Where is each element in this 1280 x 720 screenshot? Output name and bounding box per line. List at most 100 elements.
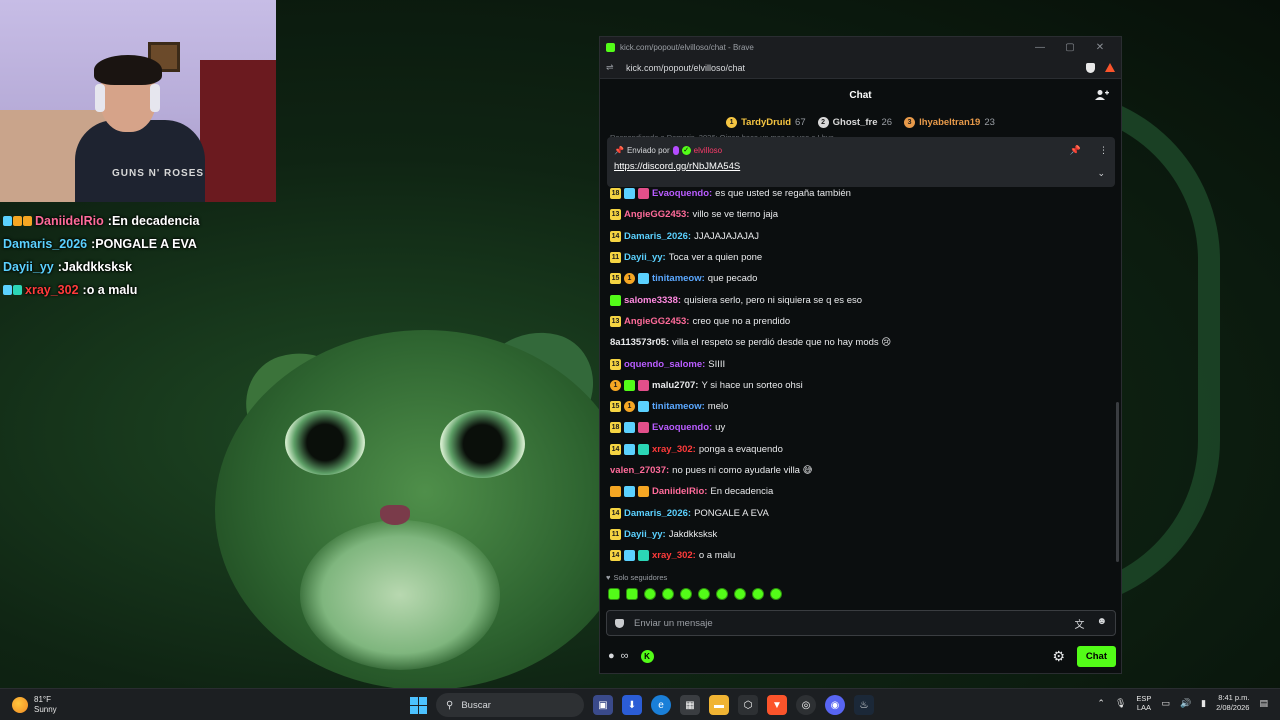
chat-message[interactable]: 18 Evaoquendo: uy [610, 417, 1100, 438]
chat-username[interactable]: AngieGG2453: [624, 209, 689, 220]
emote-icon[interactable] [770, 588, 782, 600]
obs-icon[interactable]: ◎ [796, 695, 816, 715]
chat-username[interactable]: Evaoquendo: [652, 188, 712, 199]
leaderboard-entry[interactable]: 1 TardyDruid 67 [726, 116, 806, 128]
badge-icon [638, 422, 649, 434]
chat-username[interactable]: valen_27037: [610, 465, 669, 476]
chevron-up-icon[interactable]: ⌃ [1097, 698, 1105, 709]
chat-username[interactable]: xray_302: [652, 444, 696, 455]
chat-username[interactable]: DaniidelRio: [652, 486, 707, 497]
battery-icon[interactable]: ▮ [1201, 698, 1206, 709]
translate-icon[interactable]: 文 [1074, 616, 1084, 631]
volume-icon[interactable]: 🔊 [1180, 698, 1191, 709]
emote-icon[interactable] [716, 588, 728, 600]
chat-message[interactable]: 13 oquendo_salome: SIIII [610, 353, 1100, 374]
leaderboard-entry[interactable]: 3 lhyabeltran19 23 [904, 116, 995, 128]
followers-only-label: Solo seguidores [613, 573, 668, 582]
chat-message[interactable]: 14 Damaris_2026: JJAJAJAJAJAJ [610, 226, 1100, 247]
start-button[interactable] [410, 696, 427, 714]
chat-message[interactable]: 11 Dayii_yy: Toca ver a quien pone [610, 247, 1100, 268]
pinned-sender[interactable]: elvilloso [694, 146, 722, 155]
chat-username[interactable]: 8a113573r05: [610, 337, 669, 348]
language-indicator[interactable]: ESP LAA [1136, 694, 1151, 712]
chat-username[interactable]: Dayii_yy: [624, 529, 666, 540]
emote-icon[interactable] [734, 588, 746, 600]
emote-icon[interactable] [644, 588, 656, 600]
chat-message[interactable]: 8a113573r05: villa el respeto se perdió d… [610, 332, 1100, 353]
minimize-button[interactable]: — [1025, 42, 1055, 53]
more-options-icon[interactable]: ⋮ [1099, 145, 1108, 156]
site-info-icon[interactable]: ⇌ [606, 62, 620, 73]
cat-muzzle [300, 520, 500, 670]
chat-message[interactable]: DaniidelRio: En decadencia [610, 481, 1100, 502]
chat-message[interactable]: 15 1 tinitameow: que pecado [610, 268, 1100, 289]
chat-username[interactable]: oquendo_salome: [624, 359, 705, 370]
clock[interactable]: 8:41 p.m. 2/08/2026 [1216, 693, 1249, 713]
emote-icon[interactable] [626, 588, 638, 600]
emote-icon[interactable] [680, 588, 692, 600]
chat-username[interactable]: Damaris_2026: [624, 231, 691, 242]
chat-username[interactable]: malu2707: [652, 380, 698, 391]
brave-rewards-icon[interactable] [1105, 63, 1115, 72]
message-input[interactable] [634, 617, 1075, 629]
chevron-down-icon[interactable]: ⌄ [1097, 168, 1105, 179]
badge-icon [638, 443, 649, 455]
discord-icon[interactable]: ◉ [825, 695, 845, 715]
leaderboard-entry[interactable]: 2 Ghost_fre 26 [817, 116, 892, 128]
unpin-icon[interactable]: 📌 [1070, 145, 1081, 156]
ms-store-icon[interactable]: ▦ [680, 695, 700, 715]
chat-message[interactable]: 15 1 tinitameow: melo [610, 396, 1100, 417]
chat-username[interactable]: Damaris_2026: [624, 508, 691, 519]
chat-message[interactable]: 14 xray_302: ponga a evaquendo [610, 439, 1100, 460]
points-icon[interactable]: ● [608, 650, 615, 662]
weather-widget[interactable]: 81°F Sunny [12, 695, 212, 715]
app-icon[interactable]: ▣ [593, 695, 613, 715]
chat-message[interactable]: 11 Dayii_yy: Jakdkksksk [610, 524, 1100, 545]
store-icon[interactable]: ⬇ [622, 695, 642, 715]
notification-icon[interactable]: ▤ [1259, 698, 1268, 709]
webcam-cabinet [200, 60, 276, 202]
kick-circle-icon[interactable]: K [640, 649, 654, 663]
chat-message[interactable]: valen_27037: no pues ni como ayudarle vil… [610, 460, 1100, 481]
emote-icon[interactable] [698, 588, 710, 600]
gear-icon[interactable]: ⚙ [1052, 648, 1065, 665]
chat-username[interactable]: tinitameow: [652, 401, 705, 412]
chat-username[interactable]: AngieGG2453: [624, 316, 689, 327]
chat-message[interactable]: salome3338: quisiera serlo, pero ni siqui… [610, 289, 1100, 310]
brave-browser-icon[interactable]: ▼ [767, 695, 787, 715]
infinity-icon[interactable]: ∞ [621, 650, 629, 662]
users-icon[interactable] [1095, 89, 1109, 101]
taskbar-search[interactable]: ⚲ Buscar [436, 693, 584, 717]
emote-icon[interactable] [608, 588, 620, 600]
send-chat-button[interactable]: Chat [1076, 645, 1116, 667]
chat-username[interactable]: Dayii_yy: [624, 252, 666, 263]
close-button[interactable]: ✕ [1085, 42, 1115, 53]
steam-icon[interactable]: ♨ [854, 695, 874, 715]
chat-message[interactable]: 1 malu2707: Y si hace un sorteo ohsi [610, 375, 1100, 396]
file-explorer-icon[interactable]: ▬ [709, 695, 729, 715]
pinned-link[interactable]: https://discord.gg/rNbJMA54S [614, 161, 1108, 172]
edge-icon[interactable]: e [651, 695, 671, 715]
emote-icon[interactable] [662, 588, 674, 600]
chat-message[interactable]: 13 AngieGG2453: villo se ve tierno jaja [610, 204, 1100, 225]
brave-shield-icon[interactable] [1086, 62, 1095, 73]
chat-scrollbar[interactable] [1116, 402, 1119, 562]
badge-icon [624, 379, 635, 391]
microphone-icon[interactable]: 🎙 [1115, 698, 1126, 709]
maximize-button[interactable]: ▢ [1055, 42, 1085, 53]
emote-icon[interactable] [752, 588, 764, 600]
chat-username[interactable]: xray_302: [652, 550, 696, 561]
url-text[interactable]: kick.com/popout/elvilloso/chat [620, 63, 1078, 73]
chat-username[interactable]: salome3338: [624, 295, 681, 306]
emoji-icon[interactable]: ☻ [1096, 616, 1107, 631]
chat-text: que pecado [707, 273, 758, 285]
address-bar[interactable]: ⇌ kick.com/popout/elvilloso/chat [600, 57, 1121, 79]
chat-message[interactable]: 14 Damaris_2026: PONGALE A EVA [610, 502, 1100, 523]
chat-username[interactable]: tinitameow: [652, 273, 705, 284]
settings-app-icon[interactable]: ⬡ [738, 695, 758, 715]
chat-input-box[interactable]: 文 ☻ [606, 610, 1116, 636]
chat-message[interactable]: 13 AngieGG2453: creo que no a prendido [610, 311, 1100, 332]
chat-message[interactable]: 14 xray_302: o a malu [610, 545, 1100, 566]
network-icon[interactable]: ▭ [1161, 698, 1170, 709]
chat-username[interactable]: Evaoquendo: [652, 422, 712, 433]
